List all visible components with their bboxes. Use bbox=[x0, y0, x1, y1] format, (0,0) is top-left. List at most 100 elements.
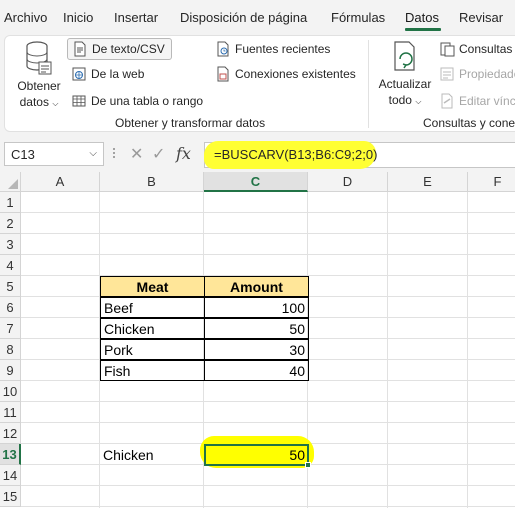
row-header[interactable]: 11 bbox=[0, 402, 21, 423]
gridline bbox=[21, 254, 515, 255]
chevron-down-icon: ⌵ bbox=[415, 97, 422, 106]
group-separator bbox=[368, 40, 369, 128]
de-texto-csv-label: De texto/CSV bbox=[92, 42, 165, 56]
obtener-datos-label-1: Obtener bbox=[17, 79, 61, 93]
consultas-label: Consultas y bbox=[459, 42, 515, 56]
fuentes-recientes-button[interactable]: Fuentes recientes bbox=[215, 38, 330, 60]
table-cell-meat[interactable]: Pork bbox=[100, 339, 205, 360]
fill-handle[interactable] bbox=[305, 462, 311, 468]
column-header-a[interactable]: A bbox=[21, 172, 100, 192]
obtener-datos-button[interactable]: Obtener datos ⌵ bbox=[13, 40, 65, 112]
tab-revisar[interactable]: Revisar bbox=[459, 10, 503, 25]
group-label-obtener: Obtener y transformar datos bbox=[115, 116, 266, 130]
propiedades-button[interactable]: Propiedade bbox=[439, 63, 515, 85]
active-cell-border bbox=[204, 444, 309, 466]
refresh-all-icon bbox=[394, 41, 415, 71]
select-all-button[interactable] bbox=[0, 172, 21, 192]
active-tab-indicator bbox=[405, 28, 441, 31]
de-tabla-rango-label: De una tabla o rango bbox=[91, 94, 204, 108]
editar-vinculos-label: Editar vínc bbox=[459, 94, 515, 108]
gridline bbox=[21, 212, 515, 213]
chevron-down-icon[interactable]: ⌵ bbox=[89, 148, 97, 159]
table-cell-meat[interactable]: Beef bbox=[100, 297, 205, 318]
tab-inicio[interactable]: Inicio bbox=[63, 10, 93, 25]
chevron-down-icon: ⌵ bbox=[52, 99, 59, 108]
row-header[interactable]: 3 bbox=[0, 234, 21, 255]
column-header-b[interactable]: B bbox=[100, 172, 204, 192]
queries-connections-icon bbox=[439, 41, 455, 57]
de-la-web-label: De la web bbox=[91, 67, 145, 81]
insert-function-icon[interactable]: fx bbox=[176, 144, 191, 163]
conexiones-existentes-label: Conexiones existentes bbox=[235, 67, 356, 81]
gridline bbox=[387, 192, 388, 508]
row-header[interactable]: 13 bbox=[0, 444, 21, 465]
table-cell-meat[interactable]: Chicken bbox=[100, 318, 205, 339]
enter-check-icon[interactable]: ✓ bbox=[152, 144, 165, 164]
name-box-value: C13 bbox=[11, 147, 35, 162]
row-header[interactable]: 5 bbox=[0, 276, 21, 297]
de-texto-csv-button[interactable]: De texto/CSV bbox=[67, 38, 172, 60]
drag-handle-icon[interactable] bbox=[112, 146, 116, 162]
gridline bbox=[21, 401, 515, 402]
table-cell-meat[interactable]: Fish bbox=[100, 360, 205, 381]
row-header[interactable]: 1 bbox=[0, 192, 21, 213]
row-header[interactable]: 15 bbox=[0, 486, 21, 507]
obtener-datos-label-row: datos ⌵ bbox=[13, 94, 65, 112]
table-cell-amount[interactable]: 30 bbox=[204, 339, 309, 360]
de-la-web-button[interactable]: De la web bbox=[71, 63, 144, 85]
fuentes-recientes-label: Fuentes recientes bbox=[235, 42, 331, 56]
row-header[interactable]: 6 bbox=[0, 297, 21, 318]
row-header[interactable]: 10 bbox=[0, 381, 21, 402]
text-file-icon bbox=[72, 41, 88, 57]
actualizar-todo-label-2: todo bbox=[388, 93, 412, 107]
table-header-amount[interactable]: Amount bbox=[204, 276, 309, 297]
row-header[interactable]: 7 bbox=[0, 318, 21, 339]
row-header[interactable]: 8 bbox=[0, 339, 21, 360]
formula-bar: C13 ⌵ ✕ ✓ fx =BUSCARV(B13;B6:C9;2;0) bbox=[0, 138, 515, 172]
table-cell-amount[interactable]: 50 bbox=[204, 318, 309, 339]
conexiones-existentes-button[interactable]: Conexiones existentes bbox=[215, 63, 356, 85]
lookup-key-cell[interactable]: Chicken bbox=[100, 445, 204, 466]
row-header[interactable]: 9 bbox=[0, 360, 21, 381]
gridline bbox=[467, 192, 468, 508]
database-icon bbox=[26, 41, 52, 75]
tab-archivo[interactable]: Archivo bbox=[4, 10, 47, 25]
edit-links-icon bbox=[439, 93, 455, 109]
row-header[interactable]: 14 bbox=[0, 465, 21, 486]
row-header[interactable]: 12 bbox=[0, 423, 21, 444]
actualizar-todo-label-1: Actualizar bbox=[378, 77, 432, 91]
table-icon bbox=[71, 93, 87, 109]
tab-formulas[interactable]: Fórmulas bbox=[331, 10, 385, 25]
gridline bbox=[21, 506, 515, 507]
editar-vinculos-button[interactable]: Editar vínc bbox=[439, 90, 515, 112]
gridline bbox=[21, 233, 515, 234]
column-header-c[interactable]: C bbox=[204, 172, 308, 192]
propiedades-label: Propiedade bbox=[459, 67, 515, 81]
tab-disposicion-de-pagina[interactable]: Disposición de página bbox=[180, 10, 307, 25]
column-header-e[interactable]: E bbox=[388, 172, 468, 192]
web-page-icon bbox=[71, 66, 87, 82]
obtener-datos-label-2: datos bbox=[19, 95, 49, 109]
actualizar-todo-button[interactable]: Actualizar todo ⌵ bbox=[375, 40, 435, 110]
column-header-f[interactable]: F bbox=[468, 172, 515, 192]
column-header-d[interactable]: D bbox=[308, 172, 388, 192]
ribbon: Obtener datos ⌵ De texto/CSV De la web D… bbox=[4, 35, 515, 132]
properties-icon bbox=[439, 66, 455, 82]
spreadsheet-grid[interactable]: A B C D E F 1 2 3 4 5 6 7 8 9 10 11 12 13 14 15 Meat A… bbox=[0, 172, 515, 508]
recent-sources-icon bbox=[215, 41, 231, 57]
consultas-button[interactable]: Consultas y bbox=[439, 38, 515, 60]
table-cell-amount[interactable]: 100 bbox=[204, 297, 309, 318]
actualizar-todo-label-row: todo ⌵ bbox=[375, 92, 435, 110]
table-header-meat[interactable]: Meat bbox=[100, 276, 205, 297]
formula-buttons: ✕ ✓ fx bbox=[128, 144, 200, 166]
tab-datos[interactable]: Datos bbox=[405, 10, 439, 25]
table-cell-amount[interactable]: 40 bbox=[204, 360, 309, 381]
name-box[interactable]: C13 ⌵ bbox=[4, 142, 104, 166]
cancel-icon[interactable]: ✕ bbox=[130, 144, 143, 164]
menu-bar: Archivo Inicio Insertar Disposición de p… bbox=[0, 0, 515, 33]
row-header[interactable]: 2 bbox=[0, 213, 21, 234]
de-tabla-rango-button[interactable]: De una tabla o rango bbox=[71, 90, 203, 112]
row-header[interactable]: 4 bbox=[0, 255, 21, 276]
existing-connections-icon bbox=[215, 66, 231, 82]
tab-insertar[interactable]: Insertar bbox=[114, 10, 158, 25]
